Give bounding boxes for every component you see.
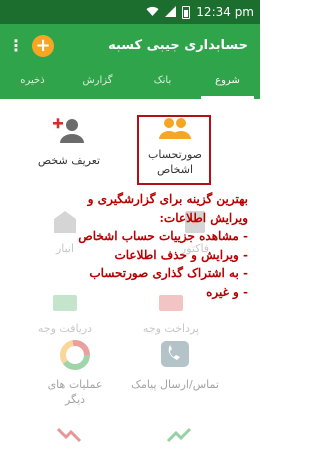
overlay-line-2: ویرایش اطلاعات: (159, 210, 249, 225)
add-person-label: تعریف شخص (37, 154, 101, 167)
tab-report[interactable]: گزارش (65, 67, 130, 99)
other-operations-label: عملیات های دیگر (20, 377, 130, 407)
tab-bar: شروع بانک گزارش ذخیره (0, 67, 260, 99)
signal-icon (165, 5, 177, 19)
overlay-text: بهترین گزینه برای گزارشگیری و ویرایش اطل… (26, 190, 248, 302)
tab-bank[interactable]: بانک (130, 67, 195, 99)
battery-icon (182, 5, 191, 19)
app-title: حسابداری جیبی کسبه (108, 38, 248, 53)
tab-save[interactable]: ذخیره (0, 67, 65, 99)
other-operations-button[interactable]: عملیات های دیگر (20, 339, 130, 407)
overflow-menu-icon[interactable]: ⋮ (6, 36, 26, 55)
overlay-line-5: - به اشتراک گذاری صورتحساب (89, 266, 248, 281)
phone-sms-icon (161, 341, 189, 367)
highlight-box (137, 115, 211, 185)
app-bar: ⋮ + حسابداری جیبی کسبه (0, 24, 260, 67)
other-operations-line-2: دیگر (64, 393, 86, 406)
pie-chart-icon (60, 340, 90, 370)
overlay-line-1: بهترین گزینه برای گزارشگیری و (87, 192, 248, 206)
add-person-icon (53, 118, 84, 143)
overlay-line-3: - مشاهده جزییات حساب اشخاص (78, 229, 248, 244)
wifi-icon (146, 6, 159, 19)
tab-start[interactable]: شروع (195, 67, 260, 99)
other-operations-line-1: عملیات های (47, 378, 103, 391)
pay-money-label: پرداخت وجه (142, 322, 200, 335)
trend-down-icon (56, 427, 82, 443)
overlay-line-4: - ویرایش و حذف اطلاعات (114, 247, 248, 262)
receive-money-label: دریافت وجه (37, 322, 93, 335)
status-time: 12:34 pm (196, 5, 254, 19)
phone-sms-label: تماس/ارسال پیامک (131, 378, 219, 391)
add-person-button[interactable]: تعریف شخص (14, 117, 124, 168)
phone-sms-button[interactable]: تماس/ارسال پیامک (120, 339, 230, 392)
overlay-line-6: - و غیره (206, 284, 248, 299)
status-bar: 12:34 pm (0, 0, 260, 24)
add-button[interactable]: + (32, 34, 54, 57)
trend-up-icon (166, 427, 192, 443)
